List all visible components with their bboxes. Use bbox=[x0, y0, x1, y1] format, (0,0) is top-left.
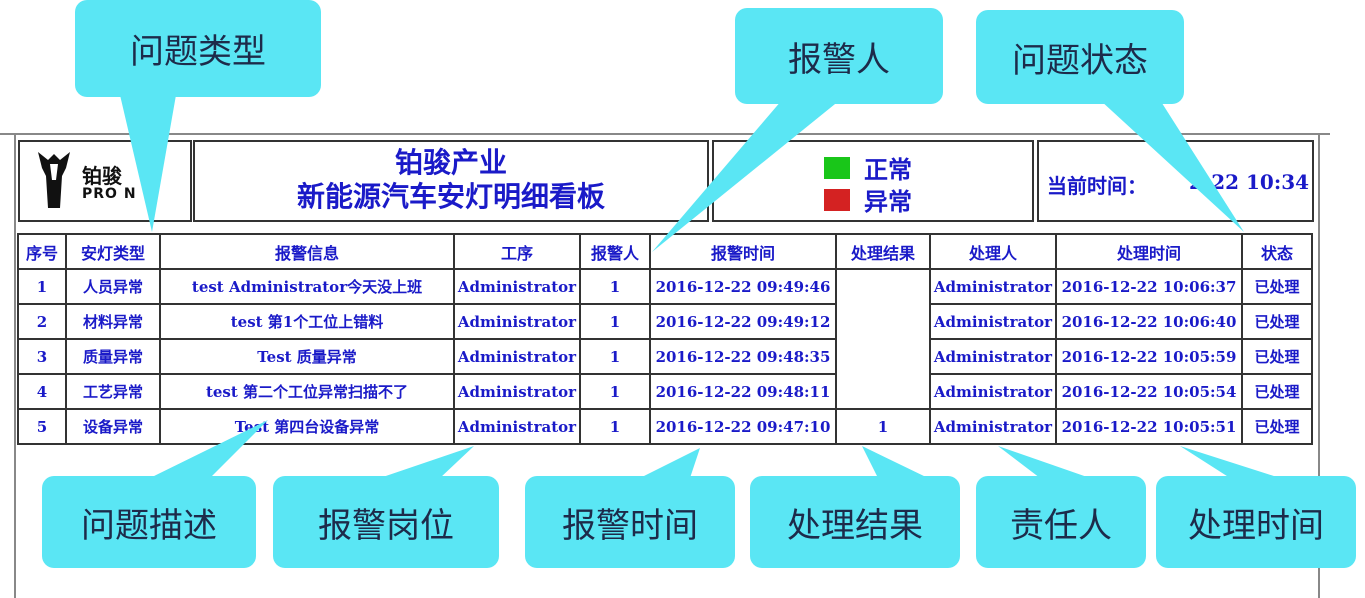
callout-responsible: 责任人 bbox=[976, 476, 1146, 568]
callout-problem-status: 问题状态 bbox=[976, 10, 1184, 104]
callout-reporter: 报警人 bbox=[735, 8, 943, 104]
callout-alarm-time: 报警时间 bbox=[525, 476, 735, 568]
tail-handle-time bbox=[1180, 446, 1280, 478]
tail-responsible bbox=[998, 446, 1090, 478]
tail-reporter bbox=[652, 100, 840, 252]
tail-alarm-post bbox=[380, 446, 474, 478]
tail-handle-result bbox=[862, 446, 928, 478]
callout-handle-time: 处理时间 bbox=[1156, 476, 1356, 568]
tail-problem-status bbox=[1100, 100, 1244, 232]
tail-alarm-time bbox=[640, 448, 700, 478]
callout-alarm-post: 报警岗位 bbox=[273, 476, 499, 568]
andon-dashboard-screenshot: 铂骏 PRO N 铂骏产业 新能源汽车安灯明细看板 正常 异常 当前时间： 2-… bbox=[0, 0, 1365, 598]
callout-problem-desc: 问题描述 bbox=[42, 476, 256, 568]
tail-problem-desc bbox=[150, 420, 268, 478]
callout-problem-type: 问题类型 bbox=[75, 0, 321, 97]
tail-problem-type bbox=[120, 95, 176, 232]
callout-handle-result: 处理结果 bbox=[750, 476, 960, 568]
